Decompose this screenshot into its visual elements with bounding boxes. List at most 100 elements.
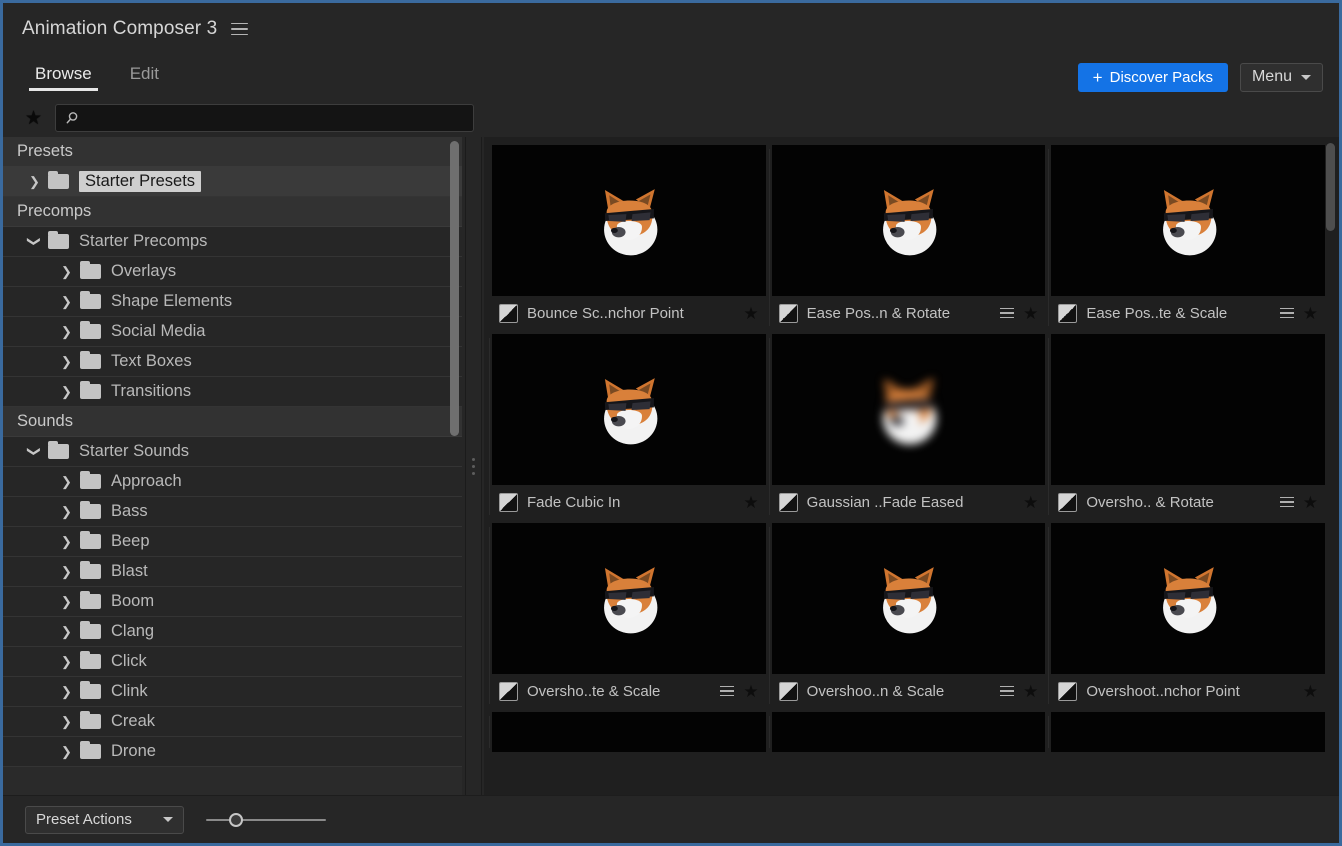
preset-thumbnail[interactable]: [492, 712, 766, 752]
search-input[interactable]: [86, 105, 473, 131]
chevron-down-icon[interactable]: ❯: [28, 444, 41, 459]
thumbnail-size-slider[interactable]: [206, 812, 326, 828]
chevron-right-icon[interactable]: ❯: [59, 745, 74, 758]
preset-cell[interactable]: Fade Cubic In★: [492, 334, 766, 523]
chevron-right-icon[interactable]: ❯: [59, 625, 74, 638]
grid-scrollbar-thumb[interactable]: [1326, 143, 1335, 231]
tree-item-label: Click: [111, 652, 147, 671]
chevron-right-icon[interactable]: ❯: [59, 475, 74, 488]
tree-item[interactable]: ❯Approach: [3, 467, 462, 497]
preset-cell[interactable]: Overshoo..n & Scale★: [772, 523, 1046, 712]
tree-item[interactable]: ❯Text Boxes: [3, 347, 462, 377]
preset-favorite-star-icon[interactable]: ★: [1303, 494, 1318, 511]
tree-scrollbar[interactable]: [450, 141, 459, 791]
tree-item[interactable]: ❯Transitions: [3, 377, 462, 407]
menu-dropdown-button[interactable]: Menu: [1240, 63, 1323, 92]
preset-cell[interactable]: [772, 712, 1046, 756]
preset-thumbnail[interactable]: [492, 523, 766, 674]
chevron-right-icon[interactable]: ❯: [59, 535, 74, 548]
preset-cell[interactable]: Overshoot..nchor Point★: [1051, 523, 1325, 712]
tree-item[interactable]: ❯Starter Sounds: [3, 437, 462, 467]
preset-thumbnail[interactable]: [772, 523, 1046, 674]
preset-thumbnail[interactable]: [1051, 334, 1325, 485]
tree-item[interactable]: ❯ Click: [3, 647, 462, 677]
panel-splitter[interactable]: [462, 137, 484, 795]
preset-menu-icon[interactable]: [1280, 308, 1294, 319]
chevron-down-icon[interactable]: ❯: [28, 234, 41, 249]
preset-favorite-star-icon[interactable]: ★: [743, 683, 758, 700]
tree-item[interactable]: ❯Bass: [3, 497, 462, 527]
preset-cell[interactable]: [1051, 712, 1325, 756]
preset-favorite-star-icon[interactable]: ★: [1303, 305, 1318, 322]
preset-thumbnail[interactable]: [772, 334, 1046, 485]
tree-section-header: Sounds: [3, 407, 462, 437]
preset-menu-icon[interactable]: [1000, 686, 1014, 697]
tree-item[interactable]: ❯Blast: [3, 557, 462, 587]
preset-favorite-star-icon[interactable]: ★: [1023, 683, 1038, 700]
slider-handle[interactable]: [229, 813, 243, 827]
folder-icon: [80, 534, 101, 549]
folder-icon: [80, 294, 101, 309]
tab-edit[interactable]: Edit: [124, 64, 165, 91]
preset-thumbnail[interactable]: [492, 334, 766, 485]
tree-item[interactable]: ❯Drone: [3, 737, 462, 767]
discover-packs-button[interactable]: + Discover Packs: [1078, 63, 1228, 92]
panel-menu-icon[interactable]: [231, 23, 248, 36]
footer-toolbar: Preset Actions: [3, 795, 1339, 843]
chevron-right-icon[interactable]: ❯: [59, 505, 74, 518]
tree-item-label: Boom: [111, 592, 154, 611]
preset-cell[interactable]: Oversho.. & Rotate★: [1051, 334, 1325, 523]
chevron-right-icon[interactable]: ❯: [59, 355, 74, 368]
tree-item[interactable]: ❯Overlays: [3, 257, 462, 287]
preset-meta-row: Overshoo..n & Scale★: [772, 674, 1046, 708]
tab-browse[interactable]: Browse: [29, 64, 98, 91]
favorites-filter-star-icon[interactable]: ★: [25, 109, 42, 128]
preset-menu-icon[interactable]: [720, 686, 734, 697]
preset-thumbnail[interactable]: [1051, 712, 1325, 752]
tree-item[interactable]: ❯Beep: [3, 527, 462, 557]
chevron-right-icon[interactable]: ❯: [59, 565, 74, 578]
preset-favorite-star-icon[interactable]: ★: [743, 494, 758, 511]
preset-cell[interactable]: Ease Pos..te & Scale★: [1051, 145, 1325, 334]
preset-cell[interactable]: Gaussian ..Fade Eased★: [772, 334, 1046, 523]
chevron-right-icon[interactable]: ❯: [27, 175, 42, 188]
tree-item[interactable]: ❯Creak: [3, 707, 462, 737]
tree-item[interactable]: ❯Clang: [3, 617, 462, 647]
chevron-right-icon[interactable]: ❯: [59, 595, 74, 608]
tree-item[interactable]: ❯Starter Presets: [3, 167, 462, 197]
folder-icon: [80, 474, 101, 489]
search-input-wrapper[interactable]: [55, 104, 474, 132]
preset-cell[interactable]: Oversho..te & Scale★: [492, 523, 766, 712]
chevron-right-icon[interactable]: ❯: [59, 385, 74, 398]
chevron-right-icon[interactable]: ❯: [59, 295, 74, 308]
chevron-right-icon[interactable]: ❯: [59, 325, 74, 338]
preset-cell[interactable]: Ease Pos..n & Rotate★: [772, 145, 1046, 334]
preset-thumbnail[interactable]: [492, 145, 766, 296]
chevron-right-icon[interactable]: ❯: [59, 655, 74, 668]
grid-scrollbar[interactable]: [1326, 143, 1335, 789]
preset-favorite-star-icon[interactable]: ★: [1023, 494, 1038, 511]
tree-item[interactable]: ❯Shape Elements: [3, 287, 462, 317]
preset-meta-row: Bounce Sc..nchor Point★: [492, 296, 766, 330]
preset-thumbnail[interactable]: [1051, 523, 1325, 674]
tree-item[interactable]: ❯Social Media: [3, 317, 462, 347]
preset-favorite-star-icon[interactable]: ★: [743, 305, 758, 322]
tree-item[interactable]: ❯ Boom: [3, 587, 462, 617]
chevron-right-icon[interactable]: ❯: [59, 265, 74, 278]
preset-cell[interactable]: Bounce Sc..nchor Point★: [492, 145, 766, 334]
preset-thumbnail[interactable]: [772, 712, 1046, 752]
preset-type-icon: [1058, 304, 1077, 323]
preset-thumbnail[interactable]: [1051, 145, 1325, 296]
preset-thumbnail[interactable]: [772, 145, 1046, 296]
tree-scrollbar-thumb[interactable]: [450, 141, 459, 436]
preset-actions-dropdown[interactable]: Preset Actions: [25, 806, 184, 834]
preset-menu-icon[interactable]: [1280, 497, 1294, 508]
tree-item[interactable]: ❯Starter Precomps: [3, 227, 462, 257]
preset-cell[interactable]: [492, 712, 766, 756]
preset-favorite-star-icon[interactable]: ★: [1023, 305, 1038, 322]
chevron-right-icon[interactable]: ❯: [59, 685, 74, 698]
preset-menu-icon[interactable]: [1000, 308, 1014, 319]
tree-item[interactable]: ❯Clink: [3, 677, 462, 707]
chevron-right-icon[interactable]: ❯: [59, 715, 74, 728]
preset-favorite-star-icon[interactable]: ★: [1303, 683, 1318, 700]
